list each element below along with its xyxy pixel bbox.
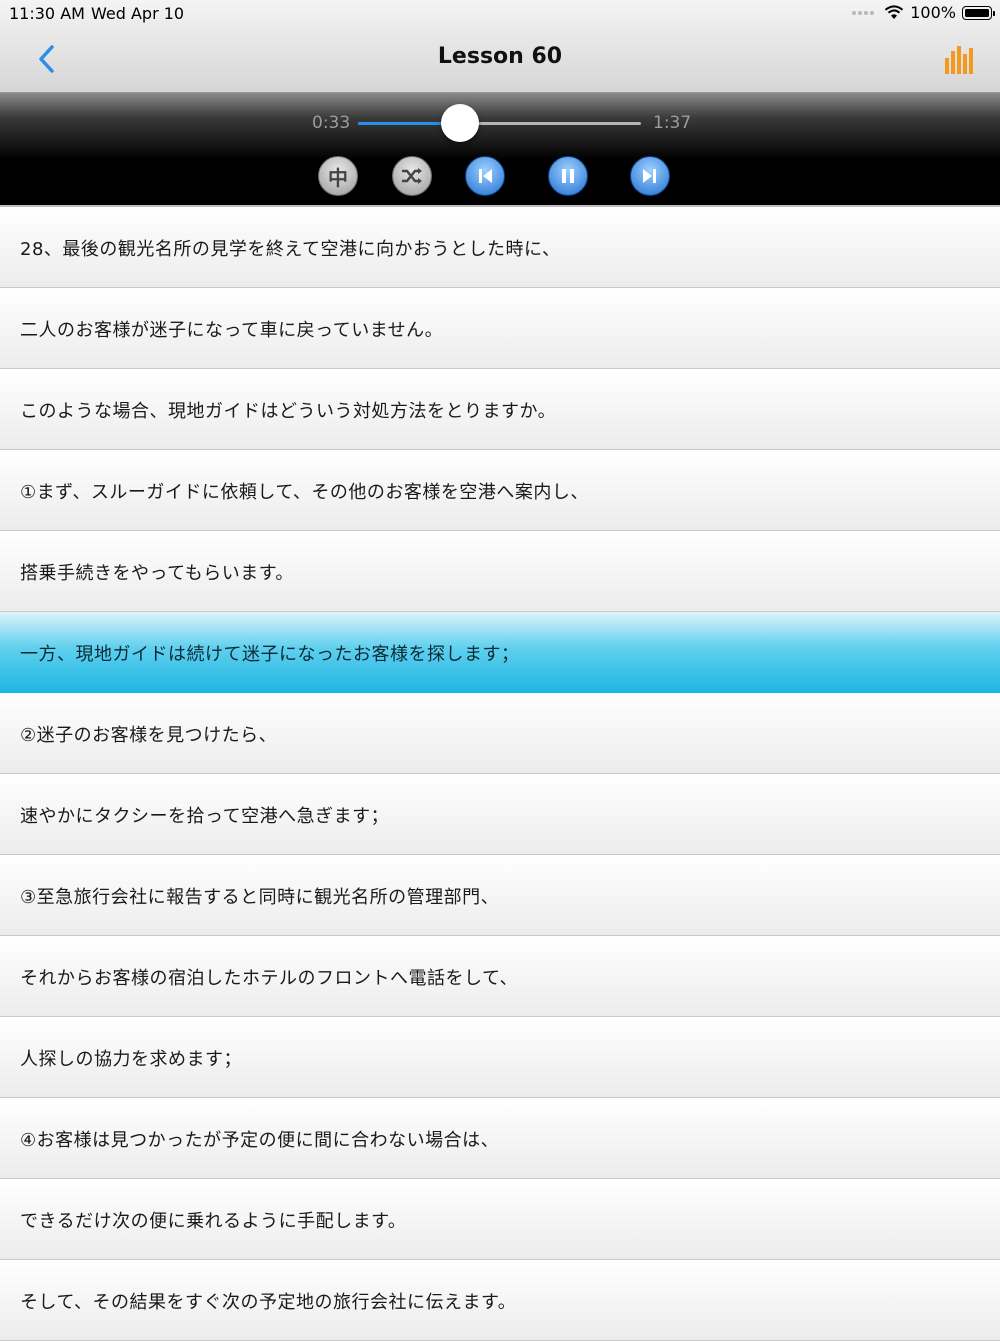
- transcript-line-text: そして、その結果をすぐ次の予定地の旅行会社に伝えます。: [20, 1292, 517, 1313]
- status-time: 11:30 AM: [9, 4, 85, 23]
- transcript-line-text: できるだけ次の便に乗れるように手配します。: [20, 1211, 407, 1232]
- transcript-line-text: ②迷子のお客様を見つけたら、: [20, 725, 278, 746]
- transcript-line[interactable]: このような場合、現地ガイドはどういう対処方法をとりますか。: [0, 369, 1000, 450]
- transcript-line[interactable]: 二人のお客様が迷子になって車に戻っていません。: [0, 288, 1000, 369]
- transcript-line-active[interactable]: 一方、現地ガイドは続けて迷子になったお客様を探します；: [0, 612, 1000, 693]
- transcript-line[interactable]: 搭乗手続きをやってもらいます。: [0, 531, 1000, 612]
- transcript-line[interactable]: ①まず、スルーガイドに依頼して、その他のお客様を空港へ案内し、: [0, 450, 1000, 531]
- wifi-icon: [885, 5, 904, 19]
- transcript-line-text: 一方、現地ガイドは続けて迷子になったお客様を探します；: [20, 644, 520, 665]
- next-button[interactable]: [630, 156, 670, 196]
- cellular-signal-icon: [852, 10, 875, 15]
- shuffle-button[interactable]: [392, 156, 432, 196]
- transcript-line[interactable]: ③至急旅行会社に報告すると同時に観光名所の管理部門、: [0, 855, 1000, 936]
- skip-previous-icon: [479, 169, 492, 183]
- current-time: 0:33: [312, 113, 351, 133]
- navigation-bar: 11:30 AM Wed Apr 10 100% Lesson 60: [0, 0, 1000, 93]
- transcript-line[interactable]: できるだけ次の便に乗れるように手配します。: [0, 1179, 1000, 1260]
- shuffle-icon: [402, 168, 422, 184]
- transcript-line-text: ④お客様は見つかったが予定の便に間に合わない場合は、: [20, 1130, 500, 1151]
- transcript-line[interactable]: 人探しの協力を求めます；: [0, 1017, 1000, 1098]
- transcript-line[interactable]: ④お客様は見つかったが予定の便に間に合わない場合は、: [0, 1098, 1000, 1179]
- transcript-line-text: 二人のお客様が迷子になって車に戻っていません。: [20, 320, 444, 341]
- page-title: Lesson 60: [437, 44, 563, 69]
- language-toggle-button[interactable]: 中: [318, 156, 358, 196]
- transcript-list: 28、最後の観光名所の見学を終えて空港に向かおうとした時に、 二人のお客様が迷子…: [0, 207, 1000, 1341]
- transcript-line-text: 速やかにタクシーを拾って空港へ急ぎます；: [20, 806, 390, 827]
- status-date: Wed Apr 10: [91, 4, 185, 23]
- pause-icon: [562, 169, 574, 183]
- transcript-line[interactable]: ②迷子のお客様を見つけたら、: [0, 693, 1000, 774]
- transcript-line-text: 28、最後の観光名所の見学を終えて空港に向かおうとした時に、: [20, 239, 561, 260]
- transcript-line[interactable]: それからお客様の宿泊したホテルのフロントへ電話をして、: [0, 936, 1000, 1017]
- skip-next-icon: [643, 169, 656, 183]
- transcript-line-text: ③至急旅行会社に報告すると同時に観光名所の管理部門、: [20, 887, 500, 908]
- status-right: 100%: [852, 3, 995, 22]
- transcript-line-text: 人探しの協力を求めます；: [20, 1049, 242, 1070]
- audio-player: 0:33 1:37 中: [0, 93, 1000, 207]
- battery-icon: [962, 5, 995, 20]
- transcript-line[interactable]: そして、その結果をすぐ次の予定地の旅行会社に伝えます。: [0, 1260, 1000, 1341]
- transcript-line-text: ①まず、スルーガイドに依頼して、その他のお客様を空港へ案内し、: [20, 482, 589, 503]
- transcript-line-text: このような場合、現地ガイドはどういう対処方法をとりますか。: [20, 401, 557, 422]
- pause-button[interactable]: [548, 156, 588, 196]
- bar-chart-icon[interactable]: [944, 44, 974, 74]
- transcript-line[interactable]: 28、最後の観光名所の見学を終えて空港に向かおうとした時に、: [0, 207, 1000, 288]
- progress-slider-track[interactable]: [358, 122, 641, 125]
- status-bar: 11:30 AM Wed Apr 10 100%: [0, 0, 1000, 26]
- transcript-line-text: 搭乗手続きをやってもらいます。: [20, 563, 294, 584]
- language-toggle-label: 中: [328, 165, 348, 190]
- total-time: 1:37: [653, 113, 692, 133]
- previous-button[interactable]: [465, 156, 505, 196]
- battery-percent: 100%: [910, 3, 956, 22]
- transcript-line[interactable]: 速やかにタクシーを拾って空港へ急ぎます；: [0, 774, 1000, 855]
- transcript-line-text: それからお客様の宿泊したホテルのフロントへ電話をして、: [20, 968, 519, 989]
- progress-slider-thumb[interactable]: [440, 104, 479, 142]
